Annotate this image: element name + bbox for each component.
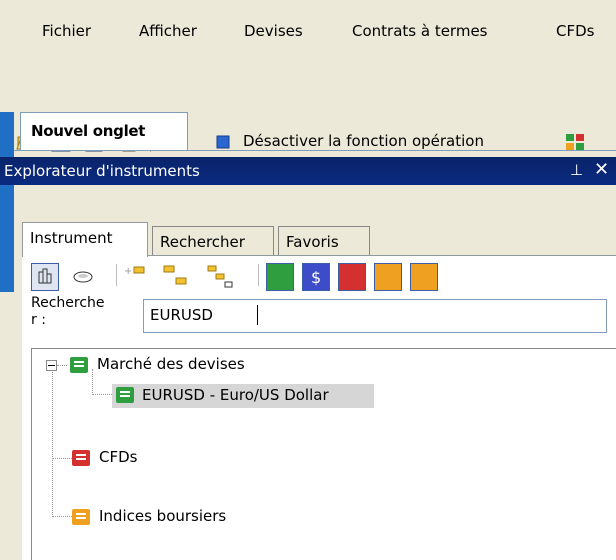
text-caret: [257, 305, 258, 325]
indices-folder-icon: [72, 509, 90, 525]
tab-instrument[interactable]: Instrument: [22, 222, 148, 257]
tree-guide: [52, 458, 72, 459]
tree-node-forex[interactable]: Marché des devises: [97, 355, 245, 373]
filter-cfds-icon[interactable]: [338, 263, 366, 291]
explorer-title-bar: Explorateur d'instruments ⊥ ✕: [0, 157, 616, 185]
expand-level3-icon[interactable]: [206, 264, 236, 290]
tree-node-indices[interactable]: Indices boursiers: [99, 507, 226, 525]
toolbar: Désactiver la fonction opération: [0, 64, 616, 152]
tab-label: Nouvel onglet: [31, 122, 146, 140]
tab-rechercher[interactable]: Rechercher: [152, 226, 274, 255]
tree-guide: [92, 369, 93, 395]
menu-devises[interactable]: Devises: [244, 22, 303, 40]
svg-text:+: +: [124, 266, 132, 277]
tree-node-eurusd[interactable]: EURUSD - Euro/US Dollar: [142, 386, 329, 404]
search-input[interactable]: EURUSD: [143, 299, 607, 333]
search-label: Recherche r :: [31, 295, 105, 328]
instrument-tree: Marché des devises EURUSD - Euro/US Doll…: [31, 348, 616, 560]
tree-guide: [57, 365, 67, 366]
tree-guide: [52, 516, 72, 517]
collapse-toggle-icon[interactable]: [46, 360, 57, 371]
menu-bar: Fichier Afficher Devises Contrats à term…: [0, 0, 616, 64]
stop-icon[interactable]: [215, 134, 231, 150]
menu-contrats[interactable]: Contrats à termes: [352, 22, 488, 40]
tree-guide: [92, 394, 112, 395]
panel-toolbar-separator: [116, 264, 117, 286]
menu-afficher[interactable]: Afficher: [139, 22, 197, 40]
menu-fichier[interactable]: Fichier: [42, 22, 91, 40]
tab-rechercher-label: Rechercher: [160, 233, 245, 251]
pin-icon[interactable]: ⊥: [570, 161, 583, 179]
filter-futures-icon[interactable]: $: [302, 263, 330, 291]
tree-guide: [52, 365, 53, 515]
workspace-edge: [0, 112, 14, 292]
tree-node-cfds[interactable]: CFDs: [99, 448, 137, 466]
filter-indices-icon[interactable]: [410, 263, 438, 291]
toggle-trading-button[interactable]: Désactiver la fonction opération: [243, 132, 484, 150]
tab-favoris[interactable]: Favoris: [278, 226, 370, 255]
layers-icon[interactable]: [72, 268, 94, 286]
forex-instrument-icon: [116, 387, 134, 403]
tab-instrument-label: Instrument: [30, 229, 113, 247]
cfd-folder-icon: [72, 450, 90, 466]
search-input-value: EURUSD: [150, 306, 213, 324]
expand-level1-icon[interactable]: +: [122, 264, 152, 286]
panel-toolbar-separator-2: [258, 264, 259, 286]
tab-favoris-label: Favoris: [286, 233, 339, 251]
tab-underline: [14, 150, 616, 151]
filter-stocks-icon[interactable]: [374, 263, 402, 291]
expand-level2-icon[interactable]: [162, 264, 192, 288]
grid-view-icon[interactable]: [31, 263, 59, 291]
svg-text:$: $: [311, 268, 321, 287]
filter-forex-icon[interactable]: [266, 263, 294, 291]
menu-cfds[interactable]: CFDs: [556, 22, 594, 40]
forex-folder-icon: [70, 357, 88, 373]
close-icon[interactable]: ✕: [594, 159, 609, 180]
tab-nouvel-onglet[interactable]: Nouvel onglet: [20, 112, 188, 151]
explorer-title: Explorateur d'instruments: [4, 162, 200, 180]
